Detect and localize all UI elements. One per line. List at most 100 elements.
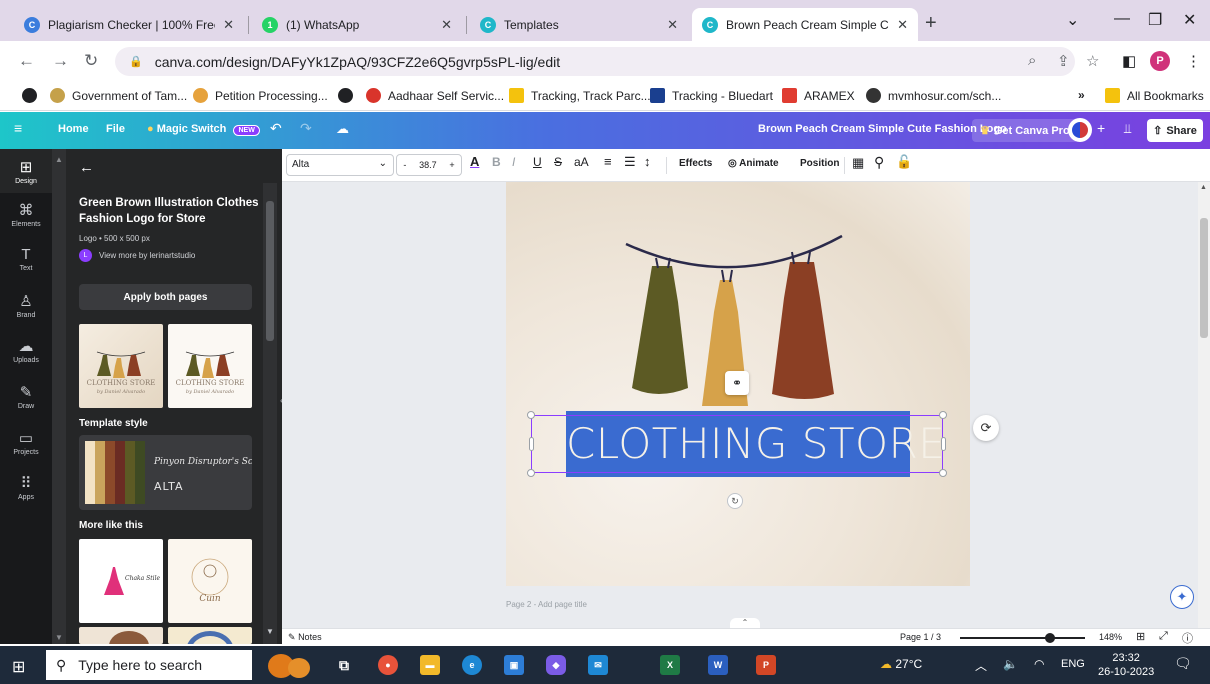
list-icon[interactable]: ☰	[624, 154, 636, 170]
bookmark-aadhaar[interactable]: Aadhaar Self Servic...	[366, 88, 504, 103]
bookmark-government[interactable]: Government of Tam...	[50, 88, 187, 103]
rail-item-projects[interactable]: ▭ Projects	[0, 429, 52, 456]
back-icon[interactable]: ←	[18, 51, 35, 71]
align-center-icon[interactable]: ≡	[604, 154, 612, 169]
font-dropdown[interactable]: Alta ⌄	[286, 154, 394, 176]
mail-icon[interactable]: ✉	[588, 655, 608, 675]
more-template-1[interactable]: Chaka Stile	[79, 539, 163, 623]
link-icon[interactable]: ⚭	[725, 371, 749, 395]
powerpoint-icon[interactable]: P	[756, 655, 776, 675]
magic-switch-button[interactable]: ● Magic Switch NEW	[147, 123, 260, 136]
undo-icon[interactable]: ↶	[270, 120, 282, 137]
insights-chart-icon[interactable]: ⫫	[1124, 121, 1131, 137]
window-close-icon[interactable]: ✕	[1183, 10, 1196, 30]
tab-plagiarism[interactable]: C Plagiarism Checker | 100% Free ✕	[14, 8, 244, 41]
bookmark-aramex[interactable]: ARAMEX	[782, 88, 855, 103]
apply-both-pages-button[interactable]: Apply both pages	[79, 284, 252, 310]
share-button[interactable]: ⇧ Share	[1147, 119, 1203, 142]
more-bookmarks-icon[interactable]: »	[1078, 88, 1085, 102]
resize-handle-top-left[interactable]	[527, 411, 535, 419]
notification-icon[interactable]: 🗨	[1174, 655, 1192, 672]
task-view-icon[interactable]: ⧉	[334, 655, 354, 675]
redo-icon[interactable]: ↷	[300, 120, 312, 137]
scroll-down-icon[interactable]: ▼	[55, 633, 63, 642]
hamburger-icon[interactable]: ≡	[14, 120, 22, 136]
copilot-icon[interactable]: ◆	[546, 655, 566, 675]
file-explorer-icon[interactable]: ▬	[420, 655, 440, 675]
new-tab-icon[interactable]: +	[925, 12, 937, 35]
file-menu[interactable]: File	[106, 123, 125, 135]
reload-icon[interactable]: ↻	[84, 51, 98, 71]
next-page-title[interactable]: Page 2 - Add page title	[506, 600, 587, 609]
workspace-scrollbar[interactable]: ▲	[1198, 182, 1210, 628]
template-author-link[interactable]: L View more by lerinartstudio	[79, 249, 195, 262]
side-panel-icon[interactable]: ◧	[1122, 52, 1136, 70]
add-collaborator-icon[interactable]: +	[1097, 120, 1105, 136]
language-indicator[interactable]: ENG	[1061, 658, 1085, 670]
italic-icon[interactable]: I	[512, 155, 515, 169]
font-size-stepper[interactable]: - 38.7 +	[396, 154, 462, 176]
workspace-scroll-thumb[interactable]	[1200, 218, 1208, 338]
fullscreen-icon[interactable]: ⤢	[1159, 630, 1168, 643]
bold-icon[interactable]: B	[492, 155, 501, 169]
more-template-3[interactable]	[79, 627, 163, 644]
page-indicator[interactable]: Page 1 / 3	[900, 632, 941, 642]
position-button[interactable]: Position	[800, 158, 839, 169]
share-page-icon[interactable]: ⇪	[1057, 52, 1070, 70]
zoom-slider-knob[interactable]	[1045, 633, 1055, 643]
rail-item-apps[interactable]: ⠿ Apps	[0, 474, 52, 501]
tab-templates[interactable]: C Templates ✕	[470, 8, 688, 41]
system-clock[interactable]: 23:32 26-10-2023	[1098, 651, 1154, 679]
tab-brown-peach-design[interactable]: C Brown Peach Cream Simple Cute ✕	[692, 8, 918, 41]
resize-handle-bottom-right[interactable]	[939, 469, 947, 477]
close-icon[interactable]: ✕	[441, 17, 452, 33]
bookmark-globe[interactable]	[22, 88, 44, 103]
decrease-size-button[interactable]: -	[403, 160, 406, 170]
all-bookmarks[interactable]: All Bookmarks	[1105, 88, 1204, 103]
tray-overflow-icon[interactable]: ︿	[975, 657, 987, 674]
edge-icon[interactable]: e	[462, 655, 482, 675]
rotate-icon[interactable]: ↻	[727, 493, 743, 509]
resize-handle-right[interactable]	[941, 437, 946, 451]
close-icon[interactable]: ✕	[223, 17, 234, 33]
page-thumbnail-2[interactable]: CLOTHING STORE by Daniel Alvarado	[168, 324, 252, 408]
page-thumbnail-1[interactable]: CLOTHING STORE by Daniel Alvarado	[79, 324, 163, 408]
panel-scrollbar[interactable]: ▼	[263, 183, 277, 644]
scroll-down-icon[interactable]: ▼	[266, 627, 274, 636]
more-template-2[interactable]: Cuin	[168, 539, 252, 623]
spacing-icon[interactable]: ↕	[644, 154, 651, 169]
help-icon[interactable]: ⓘ	[1182, 630, 1193, 646]
chrome-icon[interactable]: ●	[378, 655, 398, 675]
strikethrough-icon[interactable]: S	[554, 155, 562, 169]
taskbar-search[interactable]: ⚲ Type here to search	[46, 650, 252, 680]
scroll-up-icon[interactable]: ▲	[1200, 184, 1207, 191]
close-icon[interactable]: ✕	[667, 17, 678, 33]
transparency-icon[interactable]: ▦	[852, 155, 864, 171]
template-style-card[interactable]: Pinyon Disruptor's Sc ALTA	[79, 435, 252, 510]
resize-handle-left[interactable]	[529, 437, 534, 451]
pumpkin-widget-icon[interactable]	[260, 650, 320, 680]
lock-icon[interactable]: 🔓	[896, 154, 912, 170]
rail-item-elements[interactable]: ⌘ Elements	[0, 201, 52, 228]
store-icon[interactable]: ▣	[504, 655, 524, 675]
zoom-lens-icon[interactable]: ⌕	[1028, 52, 1036, 69]
kebab-menu-icon[interactable]: ⋮	[1186, 52, 1201, 70]
restore-icon[interactable]: ❐	[1148, 10, 1162, 30]
resize-handle-top-right[interactable]	[939, 411, 947, 419]
zoom-level[interactable]: 148%	[1099, 632, 1122, 642]
wifi-icon[interactable]: ◠	[1034, 657, 1044, 671]
tab-search-icon[interactable]: ⌄	[1066, 10, 1079, 30]
bookmark-petition[interactable]: Petition Processing...	[193, 88, 328, 103]
profile-avatar[interactable]: P	[1150, 51, 1170, 71]
bookmark-tracking-parcel[interactable]: Tracking, Track Parc...	[509, 88, 651, 103]
text-color-icon[interactable]: A	[470, 154, 479, 169]
bookmark-bluedart[interactable]: Tracking - Bluedart	[650, 88, 773, 103]
magic-assistant-icon[interactable]: ✦	[1170, 585, 1194, 609]
panel-scroll-thumb[interactable]	[266, 201, 274, 341]
rail-item-uploads[interactable]: ☁ Uploads	[0, 337, 52, 364]
back-arrow-icon[interactable]: ←	[79, 159, 94, 176]
effects-button[interactable]: Effects	[679, 158, 712, 169]
rail-item-design[interactable]: ⊞ Design	[0, 149, 52, 193]
zoom-slider[interactable]	[960, 633, 1085, 643]
excel-icon[interactable]: X	[660, 655, 680, 675]
